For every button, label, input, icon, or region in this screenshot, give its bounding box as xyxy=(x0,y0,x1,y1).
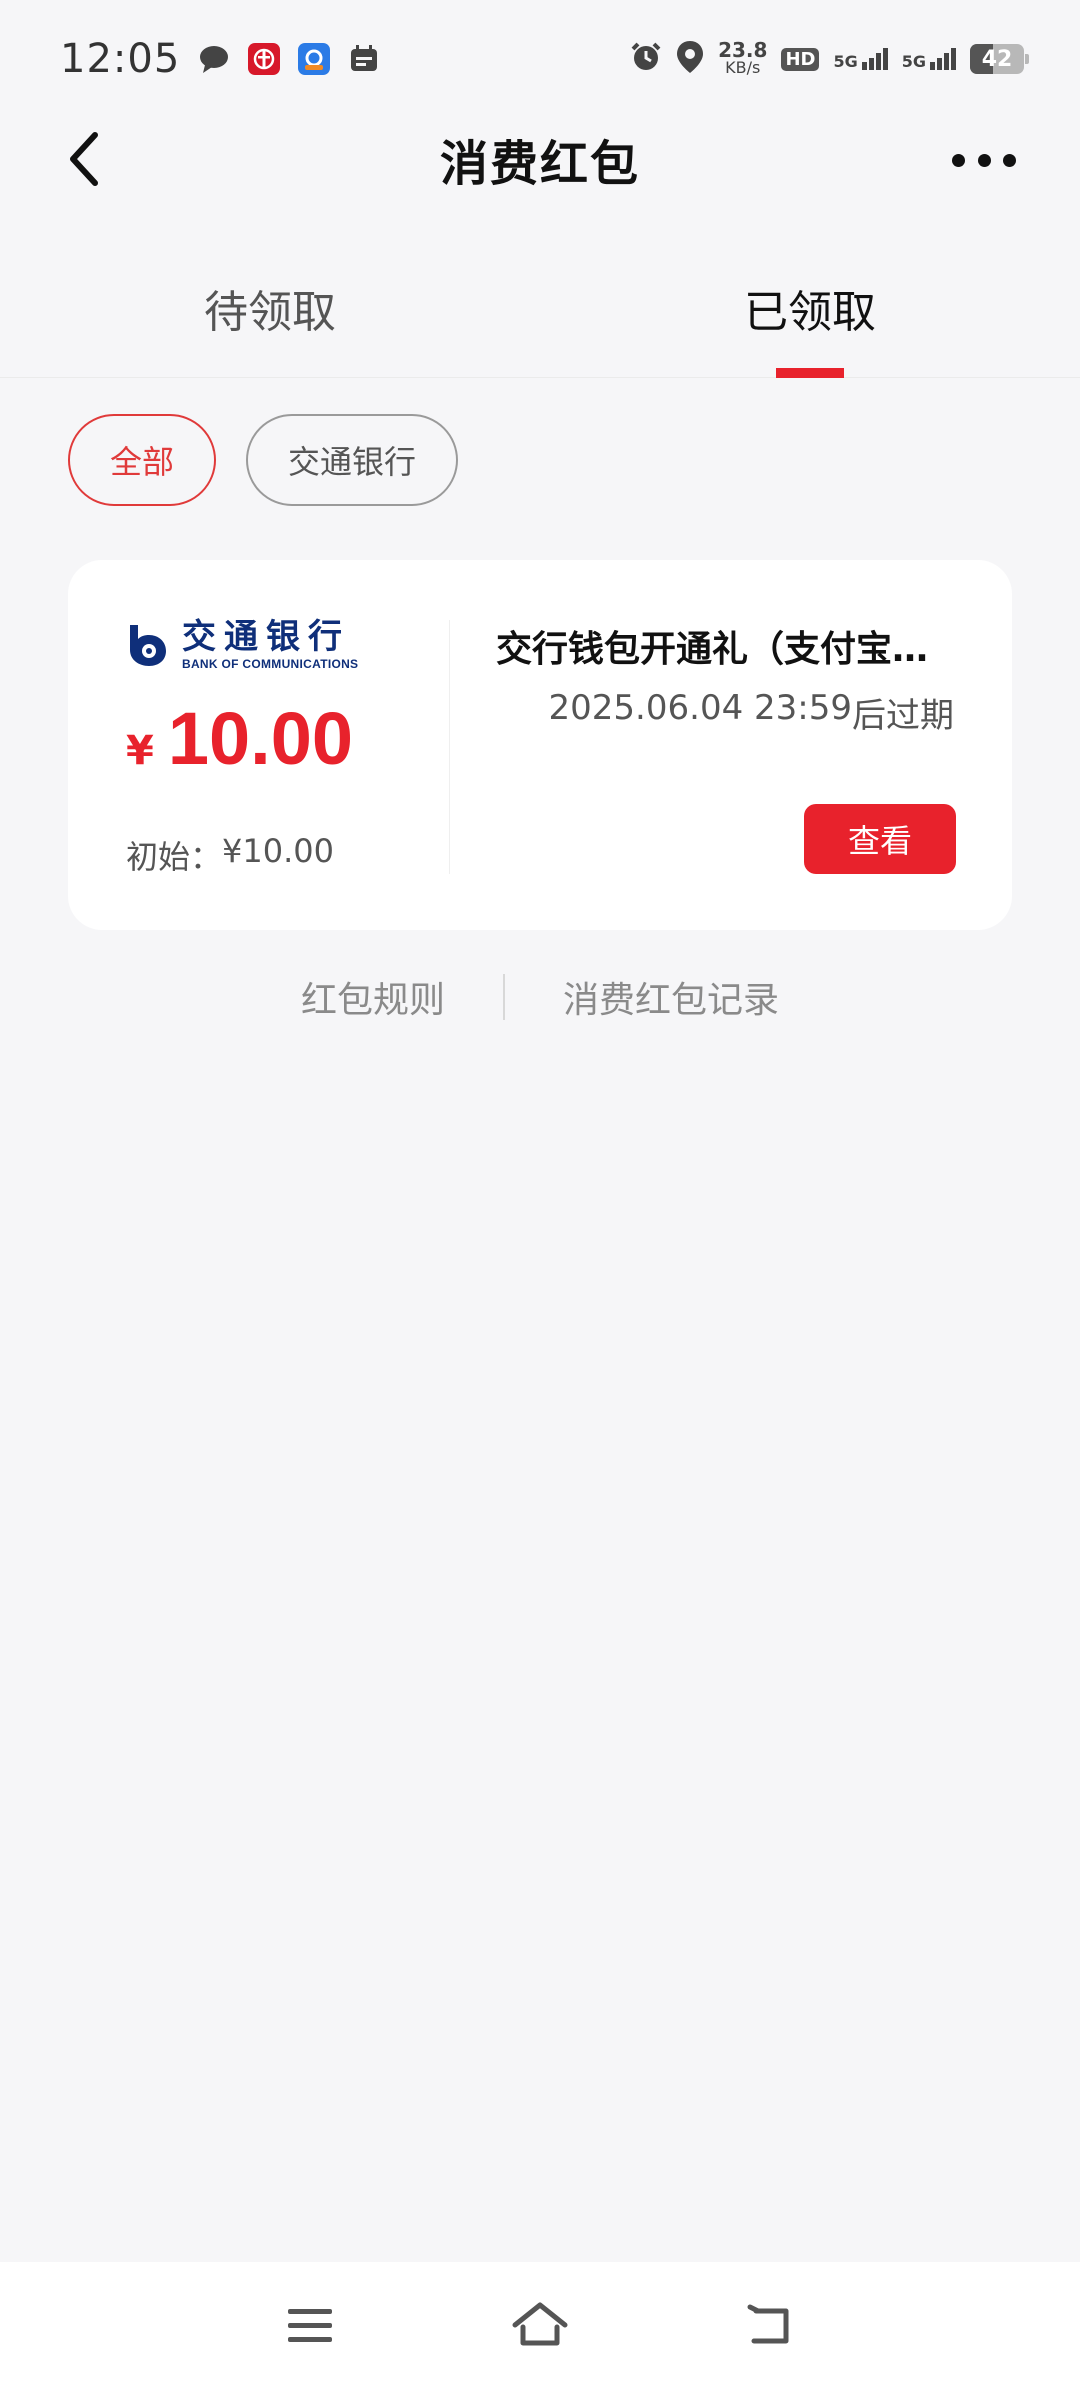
system-nav-bar xyxy=(0,2262,1080,2388)
filter-chip-bocom-label: 交通银行 xyxy=(287,443,416,481)
home-button[interactable] xyxy=(510,2295,570,2355)
more-dot xyxy=(1003,153,1016,167)
message-icon xyxy=(198,43,230,75)
net-speed-unit: KB/s xyxy=(725,58,761,77)
location-icon xyxy=(676,40,704,78)
bank-logo: 交通银行 BANK OF COMMUNICATIONS xyxy=(126,620,358,670)
net-speed: 23.8 KB/s xyxy=(718,38,768,77)
footer-divider xyxy=(503,974,505,1020)
tab-bar: 待领取 已领取 xyxy=(0,238,1080,378)
more-dot xyxy=(952,153,965,167)
expiry-datetime: 2025.06.04 23:59 xyxy=(548,688,852,728)
tab-pending-label: 待领取 xyxy=(204,286,336,338)
view-button[interactable]: 查看 xyxy=(804,804,956,874)
signal-sim1: 5G xyxy=(833,48,888,71)
battery-tip xyxy=(1025,54,1029,64)
more-dot xyxy=(977,153,991,167)
chevron-left-icon xyxy=(70,132,98,186)
tab-received-label: 已领取 xyxy=(744,286,876,338)
bank-app-icon xyxy=(248,43,281,75)
tab-active-indicator xyxy=(776,368,844,378)
filter-chip-all-label: 全部 xyxy=(109,443,174,481)
alarm-icon xyxy=(630,41,662,77)
rules-link[interactable]: 红包规则 xyxy=(301,971,445,1023)
nav-bar: 消费红包 xyxy=(0,118,1080,200)
coupon-name: 交行钱包开通礼（支付宝消费红包） xyxy=(496,629,946,670)
initial-amount: ¥10.00 xyxy=(222,832,334,870)
status-time: 12:05 xyxy=(60,36,181,82)
hd-badge: HD xyxy=(781,47,820,71)
filter-chip-bocom[interactable]: 交通银行 xyxy=(246,414,458,506)
bank-name-en: BANK OF COMMUNICATIONS xyxy=(182,657,359,671)
signal-sim1-label: 5G xyxy=(833,52,858,71)
filter-chip-all[interactable]: 全部 xyxy=(68,414,216,506)
back-icon xyxy=(747,2304,789,2344)
filter-chips: 全部 交通银行 xyxy=(68,414,458,506)
menu-button[interactable] xyxy=(280,2295,340,2355)
signal-bars-icon xyxy=(861,48,888,70)
calendar-icon xyxy=(348,43,380,75)
bank-logo-icon xyxy=(130,625,166,666)
coupon-expiry: 2025.06.04 23:59 后过期 xyxy=(549,688,954,737)
battery-icon: 42 xyxy=(970,44,1029,74)
records-link[interactable]: 消费红包记录 xyxy=(563,971,779,1023)
bank-name-cn: 交通银行 xyxy=(182,617,350,657)
wallet-app-icon xyxy=(298,43,331,75)
battery-level: 42 xyxy=(981,46,1013,72)
footer-links: 红包规则 消费红包记录 xyxy=(0,962,1080,1032)
coupon-card-right: 交行钱包开通礼（支付宝消费红包） 2025.06.04 23:59 后过期 查看 xyxy=(450,560,1012,930)
more-button[interactable] xyxy=(952,140,1016,180)
coupon-card[interactable]: 交通银行 BANK OF COMMUNICATIONS ¥ 10.00 初始： … xyxy=(68,560,1012,930)
tab-pending[interactable]: 待领取 xyxy=(0,238,540,377)
menu-icon xyxy=(288,2309,332,2342)
page-title: 消费红包 xyxy=(439,136,640,192)
back-button[interactable] xyxy=(58,132,112,186)
signal-sim2-label: 5G xyxy=(901,52,926,71)
signal-bars-icon xyxy=(930,48,956,70)
status-left: 12:05 xyxy=(60,36,380,82)
initial-label: 初始： xyxy=(126,838,223,876)
coupon-initial: 初始： ¥10.00 xyxy=(126,832,334,878)
tab-received[interactable]: 已领取 xyxy=(540,238,1080,378)
coupon-amount: ¥ 10.00 xyxy=(126,696,353,781)
expiry-suffix: 后过期 xyxy=(852,696,954,736)
net-speed-value: 23.8 xyxy=(718,38,768,62)
home-icon xyxy=(512,2302,568,2346)
status-right: 23.8 KB/s HD 5G 5G 42 xyxy=(630,38,1029,78)
signal-sim2: 5G xyxy=(902,48,956,70)
coupon-card-left: 交通银行 BANK OF COMMUNICATIONS ¥ 10.00 初始： … xyxy=(68,620,450,876)
status-bar: 12:05 23.8 KB/s HD 5G 5G 42 xyxy=(0,0,1080,118)
amount-currency: ¥ xyxy=(126,728,154,774)
bank-logo-text: 交通银行 BANK OF COMMUNICATIONS xyxy=(182,620,358,670)
system-back-button[interactable] xyxy=(740,2295,800,2355)
amount-value: 10.00 xyxy=(167,697,354,780)
